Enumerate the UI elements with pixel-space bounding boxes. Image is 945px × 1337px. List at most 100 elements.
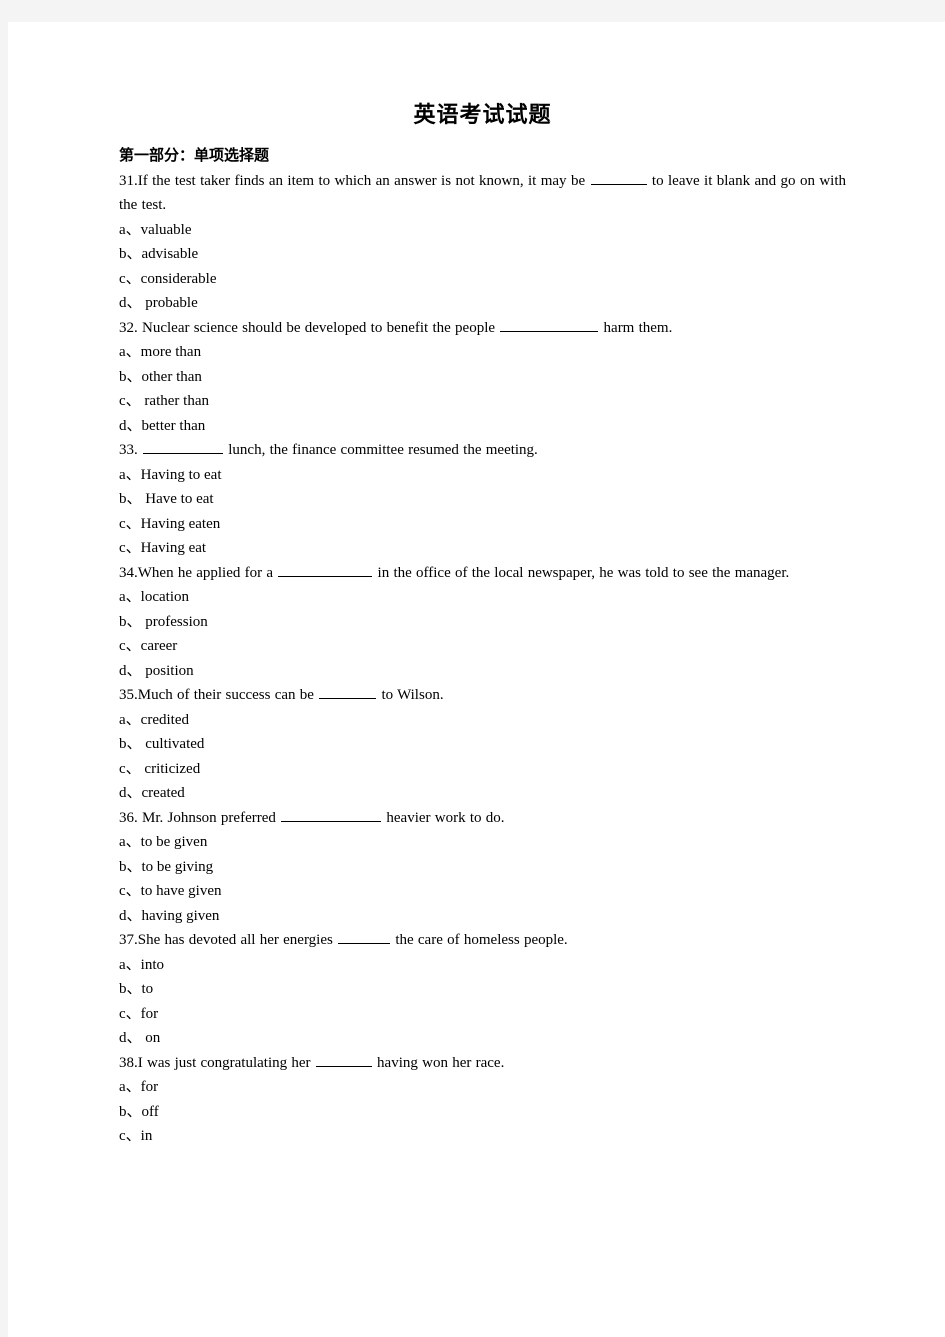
option-label: to [141,981,154,997]
answer-option[interactable]: d、created [119,781,846,806]
option-label: off [141,1103,159,1120]
answer-blank [315,1053,372,1067]
answer-option[interactable]: d、having given [119,904,846,929]
option-label: Having to eat [140,466,222,483]
option-label: into [140,956,165,973]
option-marker: a、 [119,711,141,728]
answer-option[interactable]: b、other than [119,365,846,390]
answer-blank [278,563,373,577]
answer-option[interactable]: b、to [119,977,846,1002]
option-marker: c、 [119,393,141,409]
option-label: in [140,1128,153,1144]
option-marker: a、 [119,221,141,238]
question-stem: 35.Much of their success can be to Wilso… [119,683,846,708]
option-marker: d、 [119,907,142,924]
answer-option[interactable]: a、location [119,585,846,610]
option-marker: b、 [119,981,142,997]
option-label: cultivated [141,736,205,752]
answer-option[interactable]: d、 position [119,659,846,684]
answer-option[interactable]: a、into [119,953,846,978]
answer-option[interactable]: a、for [119,1075,846,1100]
answer-option[interactable]: b、off [119,1100,846,1125]
answer-option[interactable]: c、career [119,634,846,659]
option-marker: d、 [119,785,142,801]
option-marker: b、 [119,613,142,630]
answer-option[interactable]: c、Having eaten [119,512,846,537]
option-marker: d、 [119,662,142,679]
answer-option[interactable]: a、to be given [119,830,846,855]
option-marker: a、 [119,956,141,973]
option-label: for [140,1079,159,1095]
answer-option[interactable]: b、advisable [119,242,846,267]
option-label: Have to eat [141,491,214,507]
answer-option[interactable]: d、 on [119,1026,846,1051]
answer-option[interactable]: d、 probable [119,291,846,316]
page-background: 英语考试试题 第一部分：单项选择题 31.If the test taker f… [0,0,945,1337]
answer-option[interactable]: c、to have given [119,879,846,904]
option-marker: d、 [119,417,142,434]
answer-option[interactable]: a、Having to eat [119,463,846,488]
answer-option[interactable]: c、 rather than [119,389,846,414]
option-label: considerable [140,270,217,287]
option-label: to be given [140,834,208,850]
answer-option[interactable]: b、 profession [119,610,846,635]
option-marker: b、 [119,246,142,262]
option-label: for [140,1005,159,1022]
option-marker: b、 [119,368,142,385]
document-content: 英语考试试题 第一部分：单项选择题 31.If the test taker f… [119,100,846,1149]
option-marker: b、 [119,1103,142,1120]
question-stem-before: 34.When he applied for a [119,564,274,581]
option-marker: c、 [119,638,141,654]
option-marker: a、 [119,589,141,605]
answer-option[interactable]: b、 Have to eat [119,487,846,512]
option-label: career [140,638,178,654]
answer-option[interactable]: c、considerable [119,267,846,292]
question-stem-after: harm them. [603,319,673,336]
answer-option[interactable]: c、for [119,1002,846,1027]
option-marker: c、 [119,270,141,287]
question-stem-after: to Wilson. [381,687,444,703]
option-marker: c、 [119,760,141,777]
option-marker: c、 [119,883,141,899]
option-label: more than [140,344,202,360]
option-marker: d、 [119,295,142,311]
option-marker: a、 [119,344,141,360]
question-stem: 36. Mr. Johnson preferred heavier work t… [119,806,846,831]
document-title: 英语考试试题 [413,102,552,127]
question-stem-after: in the office of the local newspaper, he… [377,564,790,581]
question-stem-after: the care of homeless people. [395,932,568,948]
question-stem: 32. Nuclear science should be developed … [119,316,846,341]
question-stem: 31.If the test taker finds an item to wh… [119,169,846,218]
answer-option[interactable]: c、 criticized [119,757,846,782]
option-marker: d、 [119,1030,142,1046]
answer-option[interactable]: a、valuable [119,218,846,243]
answer-option[interactable]: a、more than [119,340,846,365]
option-label: location [140,589,189,605]
option-label: better than [141,417,206,434]
answer-option[interactable]: d、better than [119,414,846,439]
option-label: having given [141,907,220,924]
option-label: profession [141,613,208,630]
answer-option[interactable]: c、in [119,1124,846,1149]
answer-option[interactable]: b、 cultivated [119,732,846,757]
option-marker: a、 [119,834,141,850]
question-stem-after: lunch, the finance committee resumed the… [228,442,538,458]
question-stem-after: having won her race. [377,1054,505,1071]
answer-blank [338,930,391,944]
option-label: Having eat [140,540,207,556]
option-marker: b、 [119,491,142,507]
option-marker: a、 [119,1079,141,1095]
question-stem-before: 33. [119,442,138,458]
option-marker: a、 [119,466,141,483]
answer-option[interactable]: b、to be giving [119,855,846,880]
answer-option[interactable]: a、credited [119,708,846,733]
option-label: credited [140,711,189,728]
answer-blank [143,440,223,454]
answer-option[interactable]: c、Having eat [119,536,846,561]
section-heading: 第一部分：单项选择题 [119,148,270,164]
option-marker: b、 [119,858,142,875]
answer-blank [319,685,377,699]
answer-blank [281,808,382,822]
option-label: other than [141,368,202,385]
answer-blank [500,318,599,332]
